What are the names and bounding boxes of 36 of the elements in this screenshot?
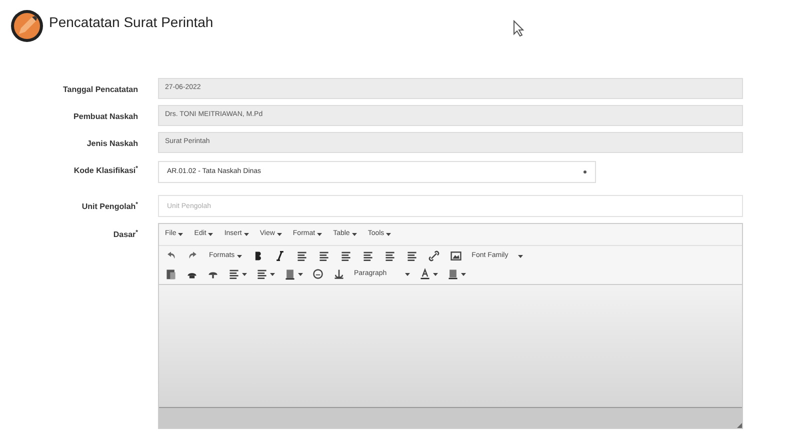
caret-icon bbox=[317, 233, 322, 236]
field-label: Tanggal Pencatatan bbox=[62, 84, 139, 96]
italic-icon[interactable] bbox=[274, 250, 286, 262]
caret-icon bbox=[298, 272, 303, 276]
caret-icon bbox=[460, 272, 466, 276]
align-left-icon[interactable] bbox=[296, 250, 308, 262]
caret-icon bbox=[242, 272, 247, 276]
text-color-icon[interactable] bbox=[418, 268, 431, 280]
highlight-icon[interactable] bbox=[284, 268, 296, 280]
field-label: Pembuat Naskah bbox=[72, 111, 139, 123]
anchor-icon[interactable] bbox=[333, 268, 345, 280]
link-icon[interactable] bbox=[428, 250, 440, 262]
field-label: Kode Klasifikasi$^{*}$ bbox=[72, 164, 139, 177]
background-color-icon[interactable] bbox=[446, 268, 459, 280]
image-icon[interactable] bbox=[450, 250, 462, 262]
caret-icon bbox=[404, 272, 410, 276]
caret-icon bbox=[432, 272, 438, 276]
caret-icon bbox=[244, 233, 249, 236]
page-title: Pencatatan Surat Perintah bbox=[49, 12, 214, 32]
emoji-icon[interactable] bbox=[312, 268, 324, 280]
caret-icon bbox=[386, 233, 392, 236]
field-label: Unit Pengolah$^{*}$ bbox=[80, 200, 139, 213]
caret-icon bbox=[276, 233, 282, 236]
caret-icon bbox=[178, 233, 184, 236]
dropdown-icon bbox=[583, 170, 587, 174]
field-label: Jenis Naskah bbox=[86, 138, 139, 150]
pencil-logo-icon bbox=[10, 9, 44, 43]
mouse-cursor-icon bbox=[513, 20, 526, 36]
caret-icon bbox=[270, 272, 275, 276]
caret-icon bbox=[208, 233, 214, 236]
resize-handle-icon[interactable] bbox=[737, 423, 742, 428]
field-label: Dasar$^{*}$ bbox=[112, 228, 139, 241]
caret-icon bbox=[236, 254, 242, 258]
caret-icon bbox=[518, 254, 524, 258]
paste-icon[interactable] bbox=[165, 268, 177, 280]
caret-icon bbox=[352, 233, 357, 236]
